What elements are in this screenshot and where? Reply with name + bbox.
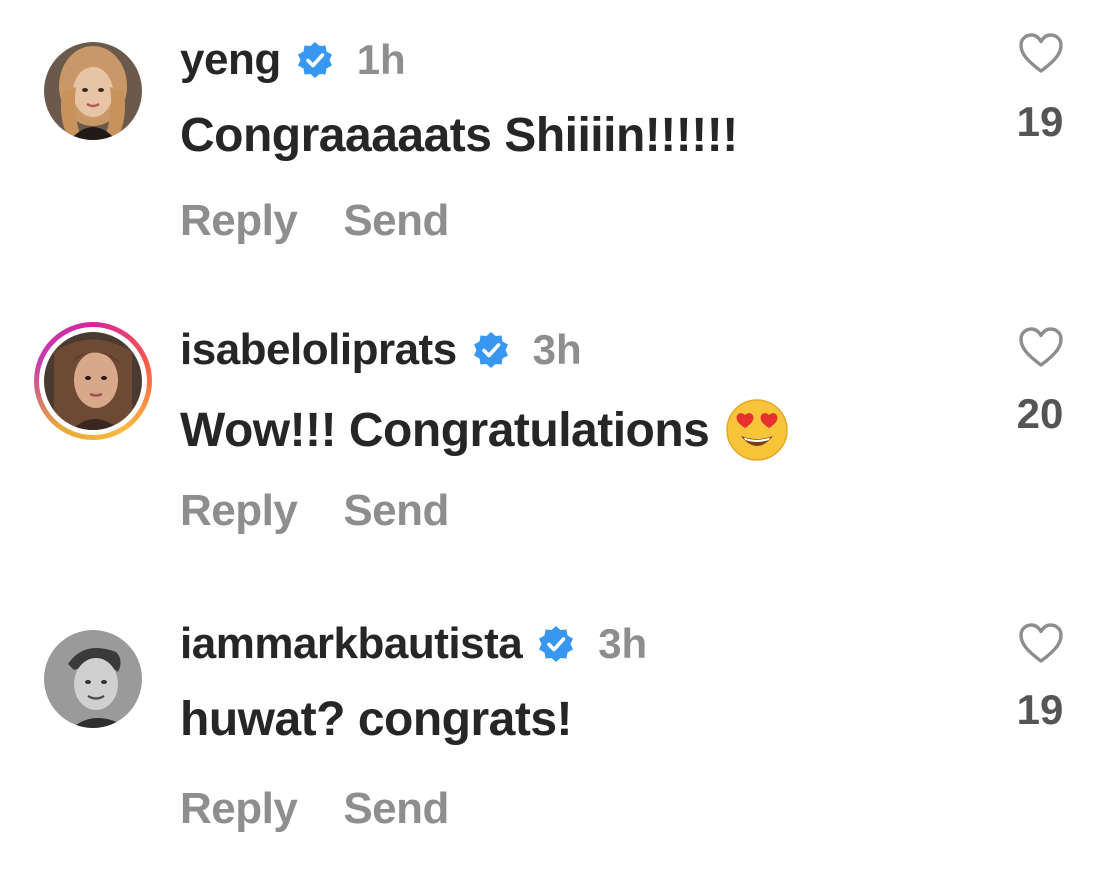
comment-text: Congraaaaats Shiiiin!!!!!! (180, 108, 738, 163)
like-count: 19 (1016, 98, 1064, 145)
reply-button[interactable]: Reply (180, 784, 298, 834)
comment-text-content: Congraaaaats Shiiiin!!!!!! (180, 109, 738, 162)
comment-actions: Reply Send (180, 784, 449, 834)
like-count: 20 (1016, 390, 1064, 437)
comment-actions: Reply Send (180, 486, 449, 536)
comment-text: huwat? congrats! (180, 692, 573, 747)
avatar-image (44, 42, 142, 140)
avatar (44, 332, 142, 430)
comment-text-content: Wow!!! Congratulations (180, 403, 710, 457)
heart-outline-icon[interactable] (1018, 32, 1064, 74)
verified-badge-icon (297, 42, 332, 78)
comment-actions: Reply Send (180, 196, 449, 246)
heart-outline-icon[interactable] (1018, 622, 1064, 664)
send-button[interactable]: Send (343, 196, 449, 246)
username[interactable]: iammarkbautista (180, 619, 523, 669)
like-count: 19 (1016, 686, 1064, 733)
comment-header: isabeloliprats 3h (180, 320, 582, 380)
comment-text-content: huwat? congrats! (180, 693, 573, 746)
timestamp: 3h (532, 326, 582, 373)
avatar-story-ring[interactable] (34, 322, 152, 440)
avatar-image (44, 630, 142, 728)
comment-text: Wow!!! Congratulations (180, 398, 789, 462)
comment-header: iammarkbautista 3h (180, 614, 647, 674)
comment-item: iammarkbautista 3h huwat? congrats! Repl… (0, 588, 1120, 878)
avatar[interactable] (44, 630, 142, 728)
avatar[interactable] (44, 42, 142, 140)
timestamp: 1h (356, 36, 406, 83)
username[interactable]: yeng (180, 35, 281, 85)
send-button[interactable]: Send (343, 784, 449, 834)
reply-button[interactable]: Reply (180, 196, 298, 246)
verified-badge-icon (539, 626, 574, 662)
heart-outline-icon[interactable] (1018, 326, 1064, 368)
comment-item: yeng 1h Congraaaaats Shiiiin!!!!!! Reply… (0, 0, 1120, 290)
heart-eyes-emoji-icon (726, 399, 789, 461)
comment-item: isabeloliprats 3h Wow!!! Congratulations… (0, 292, 1120, 582)
comment-header: yeng 1h (180, 30, 406, 90)
username[interactable]: isabeloliprats (180, 325, 457, 375)
reply-button[interactable]: Reply (180, 486, 298, 536)
verified-badge-icon (473, 332, 508, 368)
send-button[interactable]: Send (343, 486, 449, 536)
timestamp: 3h (598, 620, 648, 667)
